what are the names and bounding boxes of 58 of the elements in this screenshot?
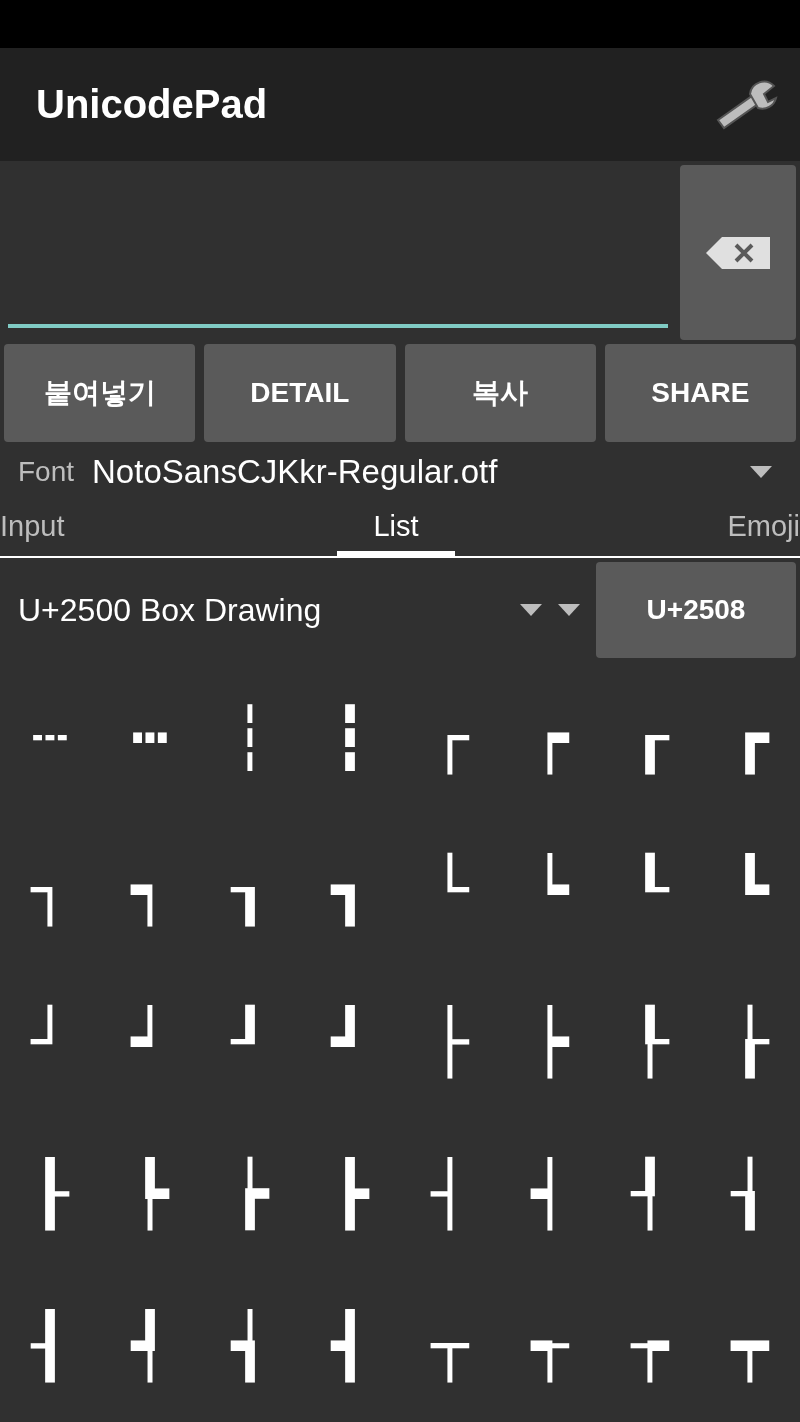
- action-button[interactable]: 복사: [404, 343, 596, 442]
- character-key[interactable]: ┣: [300, 1118, 400, 1270]
- tab[interactable]: Emoji: [691, 501, 800, 556]
- dropdown-arrow-icon: [750, 465, 772, 478]
- action-button[interactable]: 붙여넣기: [4, 343, 196, 442]
- character-key[interactable]: ┄: [0, 662, 100, 814]
- character-key[interactable]: ┙: [100, 966, 200, 1118]
- character-key[interactable]: ┪: [200, 1270, 300, 1422]
- tab[interactable]: Input: [0, 501, 101, 556]
- character-key[interactable]: ┗: [700, 814, 800, 966]
- character-key[interactable]: ┆: [200, 662, 300, 814]
- character-key[interactable]: ┚: [200, 966, 300, 1118]
- dropdown-arrow-icon: [520, 604, 542, 616]
- wrench-icon[interactable]: [714, 79, 778, 130]
- character-key[interactable]: ┓: [300, 814, 400, 966]
- backspace-button[interactable]: [680, 165, 796, 340]
- character-key[interactable]: ┅: [100, 662, 200, 814]
- character-key[interactable]: ┇: [300, 662, 400, 814]
- character-key[interactable]: ┏: [700, 662, 800, 814]
- app-title: UnicodePad: [36, 82, 268, 128]
- character-key[interactable]: ├: [400, 966, 500, 1118]
- action-button[interactable]: DETAIL: [204, 343, 396, 442]
- code-point-button[interactable]: U+2508: [596, 562, 796, 658]
- action-button[interactable]: SHARE: [604, 343, 796, 442]
- character-key[interactable]: ┌: [400, 662, 500, 814]
- character-key[interactable]: ┦: [600, 1118, 700, 1270]
- character-key[interactable]: ┖: [600, 814, 700, 966]
- character-key[interactable]: ┡: [100, 1118, 200, 1270]
- character-key[interactable]: ┫: [300, 1270, 400, 1422]
- character-key[interactable]: ┞: [600, 966, 700, 1118]
- character-key[interactable]: ┘: [0, 966, 100, 1118]
- character-key[interactable]: ┨: [0, 1270, 100, 1422]
- character-key[interactable]: ┮: [600, 1270, 700, 1422]
- character-key[interactable]: ┟: [700, 966, 800, 1118]
- character-key[interactable]: ┝: [500, 966, 600, 1118]
- font-label: Font: [18, 455, 75, 488]
- character-key[interactable]: ┑: [100, 814, 200, 966]
- character-key[interactable]: ┐: [0, 814, 100, 966]
- character-key[interactable]: ┬: [400, 1270, 500, 1422]
- character-key[interactable]: ┛: [300, 966, 400, 1118]
- block-selector[interactable]: U+2500 Box Drawing: [18, 591, 504, 629]
- character-key[interactable]: ┧: [700, 1118, 800, 1270]
- character-key[interactable]: ┍: [500, 662, 600, 814]
- character-key[interactable]: ┩: [100, 1270, 200, 1422]
- character-key[interactable]: ┯: [700, 1270, 800, 1422]
- character-key[interactable]: ┒: [200, 814, 300, 966]
- character-key[interactable]: ┥: [500, 1118, 600, 1270]
- character-key[interactable]: └: [400, 814, 500, 966]
- character-key[interactable]: ┠: [0, 1118, 100, 1270]
- character-key[interactable]: ┢: [200, 1118, 300, 1270]
- dropdown-arrow-icon: [558, 604, 580, 616]
- character-key[interactable]: ┎: [600, 662, 700, 814]
- character-key[interactable]: ┤: [400, 1118, 500, 1270]
- character-key[interactable]: ┕: [500, 814, 600, 966]
- font-selector[interactable]: NotoSansCJKkr-Regular.otf: [92, 452, 732, 491]
- backspace-icon: [706, 236, 770, 269]
- character-key[interactable]: ┭: [500, 1270, 600, 1422]
- tab[interactable]: List: [337, 501, 455, 556]
